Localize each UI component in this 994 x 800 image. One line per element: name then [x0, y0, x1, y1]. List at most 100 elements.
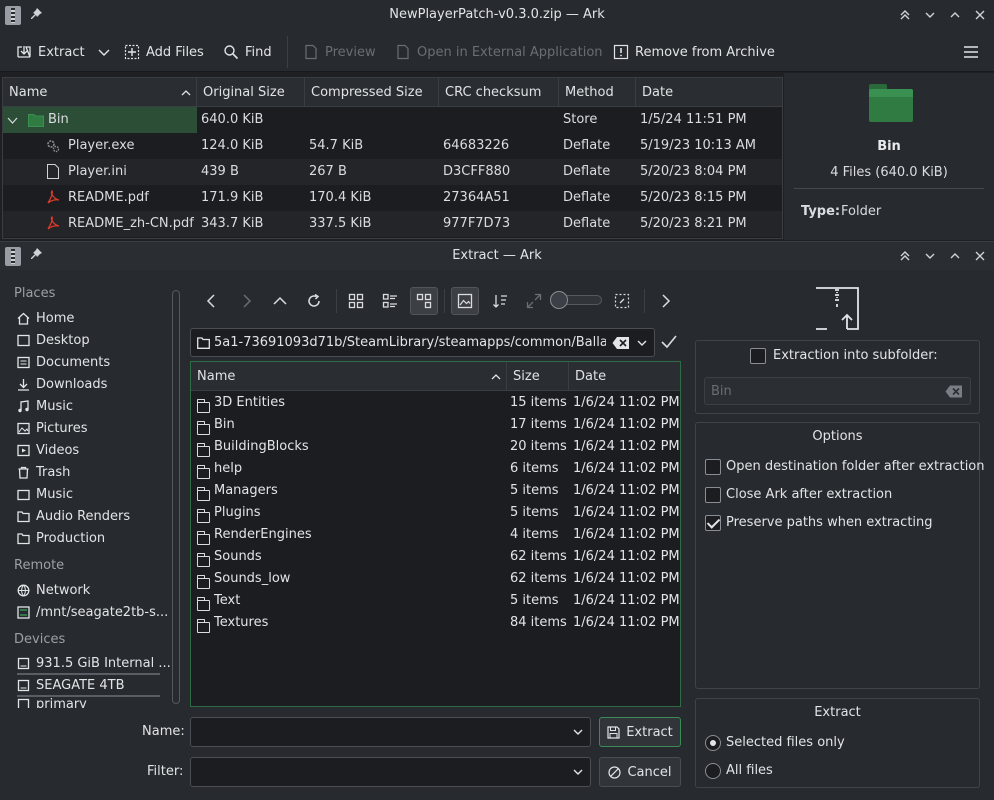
- zoom-out-button[interactable]: [520, 287, 548, 315]
- path-combobox[interactable]: 5a1-73691093d71b/SteamLibrary/steamapps/…: [190, 328, 655, 357]
- open-destination-checkbox[interactable]: [705, 459, 721, 475]
- list-item[interactable]: 3D Entities 15 items 1/6/24 11:02 PM: [191, 392, 680, 414]
- column-header-crc[interactable]: CRC checksum: [439, 78, 559, 107]
- file-date: 1/6/24 11:02 PM: [573, 483, 680, 498]
- chevron-down-icon[interactable]: [572, 766, 584, 778]
- column-header-size[interactable]: Size: [507, 362, 569, 391]
- place-home[interactable]: Home: [17, 308, 74, 328]
- list-item[interactable]: Managers 5 items 1/6/24 11:02 PM: [191, 480, 680, 502]
- list-item[interactable]: RenderEngines 4 items 1/6/24 11:02 PM: [191, 524, 680, 546]
- extract-dialog-button[interactable]: Extract: [599, 717, 681, 747]
- name-combobox[interactable]: [190, 717, 591, 747]
- extract-dropdown-button[interactable]: [96, 42, 112, 62]
- list-item[interactable]: Text 5 items 1/6/24 11:02 PM: [191, 590, 680, 612]
- folder-icon: [196, 421, 210, 435]
- place-music-2[interactable]: Music: [17, 484, 73, 504]
- chevron-down-icon[interactable]: [572, 726, 584, 738]
- detailed-view-button[interactable]: [410, 287, 438, 315]
- hamburger-menu-button[interactable]: [963, 42, 979, 62]
- list-item[interactable]: Bin 17 items 1/6/24 11:02 PM: [191, 414, 680, 436]
- place-pictures[interactable]: Pictures: [17, 418, 87, 438]
- place-production[interactable]: Production: [17, 528, 105, 548]
- find-button[interactable]: Find: [223, 42, 272, 62]
- column-header-name[interactable]: Name: [191, 362, 507, 391]
- keep-above-button[interactable]: [897, 248, 913, 264]
- column-header-date[interactable]: Date: [569, 362, 680, 391]
- up-button[interactable]: [266, 287, 294, 315]
- place-mount[interactable]: /mnt/seagate2tb-s...: [17, 602, 168, 622]
- list-item[interactable]: Plugins 5 items 1/6/24 11:02 PM: [191, 502, 680, 524]
- preview-button[interactable]: Preview: [303, 42, 376, 62]
- accept-path-icon[interactable]: [660, 334, 678, 350]
- close-button[interactable]: [972, 7, 988, 23]
- place-desktop[interactable]: Desktop: [17, 330, 90, 350]
- preview-toggle-button[interactable]: [451, 287, 479, 315]
- subfolder-input[interactable]: Bin: [704, 377, 971, 405]
- list-item[interactable]: Sounds 62 items 1/6/24 11:02 PM: [191, 546, 680, 568]
- clear-text-icon[interactable]: [612, 336, 630, 350]
- compact-view-button[interactable]: [376, 287, 404, 315]
- cancel-button[interactable]: Cancel: [599, 757, 681, 787]
- executable-icon: [47, 140, 60, 153]
- options-group: Options Open destination folder after ex…: [695, 422, 985, 689]
- remove-from-archive-button[interactable]: Remove from Archive: [613, 42, 775, 62]
- device-primary[interactable]: primary: [17, 697, 87, 708]
- zoom-in-button[interactable]: [608, 287, 636, 315]
- place-audio-renders[interactable]: Audio Renders: [17, 506, 130, 526]
- close-button[interactable]: [972, 248, 988, 264]
- column-header-compressed-size[interactable]: Compressed Size: [305, 78, 439, 107]
- table-row[interactable]: Player.exe 124.0 KiB 54.7 KiB 64683226 D…: [3, 133, 782, 159]
- icons-view-button[interactable]: [342, 287, 370, 315]
- list-item[interactable]: BuildingBlocks 20 items 1/6/24 11:02 PM: [191, 436, 680, 458]
- place-downloads[interactable]: Downloads: [17, 374, 107, 394]
- info-summary: 4 Files (640.0 KiB): [830, 165, 948, 180]
- selected-files-label: Selected files only: [726, 735, 845, 750]
- all-files-radio[interactable]: [705, 763, 721, 779]
- table-row[interactable]: README_zh-CN.pdf 343.7 KiB 337.5 KiB 977…: [3, 211, 782, 237]
- preserve-paths-checkbox[interactable]: [705, 515, 721, 531]
- extract-button[interactable]: Extract: [16, 42, 85, 62]
- clear-text-icon[interactable]: [945, 385, 963, 398]
- filter-combobox[interactable]: [190, 757, 591, 787]
- column-header-method[interactable]: Method: [559, 78, 636, 107]
- reload-button[interactable]: [300, 287, 328, 315]
- sort-button[interactable]: [486, 287, 514, 315]
- forward-button[interactable]: [232, 287, 260, 315]
- chevron-down-icon[interactable]: [636, 337, 648, 349]
- path-text[interactable]: 5a1-73691093d71b/SteamLibrary/steamapps/…: [214, 335, 606, 350]
- places-scrollbar[interactable]: [172, 290, 180, 704]
- list-item[interactable]: Sounds_low 62 items 1/6/24 11:02 PM: [191, 568, 680, 590]
- zoom-slider-handle[interactable]: [550, 291, 568, 309]
- keep-above-button[interactable]: [897, 7, 913, 23]
- minimize-button[interactable]: [922, 248, 938, 264]
- table-row[interactable]: README.pdf 171.9 KiB 170.4 KiB 27364A51 …: [3, 185, 782, 211]
- open-external-button[interactable]: Open in External Application: [395, 42, 603, 62]
- selected-files-radio[interactable]: [705, 735, 721, 751]
- place-videos[interactable]: Videos: [17, 440, 79, 460]
- place-documents[interactable]: Documents: [17, 352, 110, 372]
- place-music[interactable]: Music: [17, 396, 73, 416]
- pictures-icon: [17, 422, 30, 434]
- device-seagate[interactable]: SEAGATE 4TB: [17, 675, 125, 695]
- list-item[interactable]: Textures 84 items 1/6/24 11:02 PM: [191, 612, 680, 634]
- more-toolbar-button[interactable]: [651, 287, 679, 315]
- maximize-button[interactable]: [947, 7, 963, 23]
- maximize-button[interactable]: [947, 248, 963, 264]
- table-row[interactable]: Player.ini 439 B 267 B D3CFF880 Deflate …: [3, 159, 782, 185]
- column-header-date[interactable]: Date: [636, 78, 782, 107]
- list-item[interactable]: help 6 items 1/6/24 11:02 PM: [191, 458, 680, 480]
- place-network[interactable]: Network: [17, 580, 90, 600]
- device-internal[interactable]: 931.5 GiB Internal ...: [17, 653, 171, 673]
- close-ark-checkbox[interactable]: [705, 487, 721, 503]
- pdf-icon: [47, 190, 60, 204]
- archive-table: Name Original Size Compressed Size CRC c…: [2, 77, 783, 239]
- column-header-original-size[interactable]: Original Size: [197, 78, 305, 107]
- minimize-button[interactable]: [922, 7, 938, 23]
- add-files-button[interactable]: Add Files: [124, 42, 204, 62]
- table-row[interactable]: Bin 640.0 KiB Store 1/5/24 11:51 PM: [3, 107, 782, 133]
- subfolder-checkbox[interactable]: [750, 348, 766, 364]
- chevron-down-icon[interactable]: [7, 115, 18, 126]
- place-trash[interactable]: Trash: [17, 462, 70, 482]
- column-header-name[interactable]: Name: [3, 78, 197, 107]
- back-button[interactable]: [198, 287, 226, 315]
